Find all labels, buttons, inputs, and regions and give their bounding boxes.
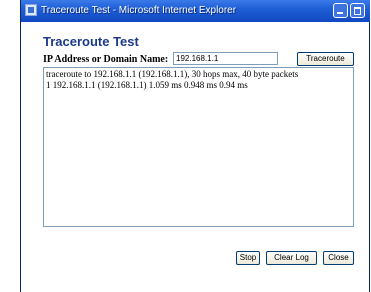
maximize-icon[interactable] <box>350 3 365 18</box>
stop-button[interactable]: Stop <box>236 251 260 265</box>
minimize-icon[interactable] <box>333 3 348 18</box>
address-input[interactable] <box>173 52 278 65</box>
page-title: Traceroute Test <box>43 34 139 49</box>
close-button[interactable]: Close <box>323 251 354 265</box>
clear-log-button[interactable]: Clear Log <box>266 251 317 265</box>
log-output[interactable]: traceroute to 192.168.1.1 (192.168.1.1),… <box>43 67 354 227</box>
log-line: 1 192.168.1.1 (192.168.1.1) 1.059 ms 0.9… <box>46 80 248 90</box>
ie-app-icon <box>25 4 37 16</box>
browser-window: Traceroute Test - Microsoft Internet Exp… <box>20 0 370 292</box>
title-bar[interactable]: Traceroute Test - Microsoft Internet Exp… <box>21 0 370 22</box>
address-label: IP Address or Domain Name: <box>43 54 169 65</box>
window-title: Traceroute Test - Microsoft Internet Exp… <box>41 5 237 16</box>
traceroute-button[interactable]: Traceroute <box>297 52 354 66</box>
log-line: traceroute to 192.168.1.1 (192.168.1.1),… <box>46 69 299 79</box>
